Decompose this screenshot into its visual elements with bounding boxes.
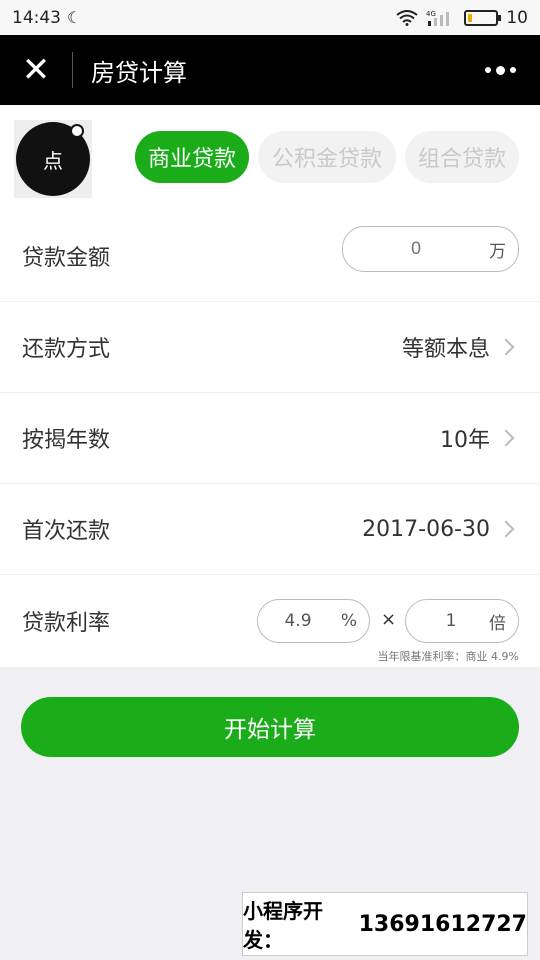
tab-commercial-loan[interactable]: 商业贷款 [135, 131, 249, 183]
start-calculation-button[interactable]: 开始计算 [21, 697, 519, 757]
rate-multiplier-field[interactable]: 倍 [405, 599, 519, 643]
battery-icon [464, 9, 502, 26]
wifi-icon [396, 9, 418, 26]
rate-multiplier-input[interactable] [406, 611, 496, 631]
page-title: 房贷计算 [91, 58, 187, 87]
first-payment-value: 2017-06-30 [362, 516, 490, 542]
moon-icon: ☾ [67, 8, 82, 27]
battery-level: 10 [506, 7, 528, 28]
mortgage-years-label: 按揭年数 [22, 428, 111, 453]
loan-type-tabs: 点 商业贷款 公积金贷款 组合贷款 [0, 105, 540, 210]
promo-phone: 13691612727 [358, 911, 527, 937]
repayment-method-value: 等额本息 [401, 337, 490, 362]
nav-divider [72, 52, 73, 88]
logo-dot [70, 124, 84, 138]
chevron-right-icon [497, 520, 515, 538]
logo-text: 点 [43, 148, 63, 173]
chevron-right-icon [497, 429, 515, 447]
mortgage-years-row[interactable]: 按揭年数 10年 [0, 393, 540, 483]
loan-amount-field[interactable]: 万 [342, 226, 519, 272]
loan-amount-input[interactable] [351, 239, 481, 259]
repayment-method-label: 还款方式 [22, 337, 111, 362]
loan-rate-row: 贷款利率 % × 倍 当年限基准利率：商业 4.9% [0, 575, 540, 667]
promo-label: 小程序开发： [243, 899, 323, 952]
loan-amount-unit: 万 [489, 241, 506, 262]
first-payment-label: 首次还款 [22, 519, 111, 544]
nav-bar: ✕ 房贷计算 [0, 35, 540, 105]
tab-provident-fund-loan[interactable]: 公积金贷款 [258, 131, 396, 183]
repayment-method-value-wrap: 等额本息 [401, 331, 515, 363]
status-right: 4G 10 [396, 8, 528, 28]
loan-rate-unit: % [340, 611, 357, 631]
promo-watermark: 小程序开发： 13691612727 [242, 892, 528, 956]
more-icon[interactable] [460, 65, 540, 75]
status-left: 14:43 ☾ [12, 8, 81, 28]
network-type-label: 4G [426, 10, 436, 18]
signal-icon: 4G [426, 9, 456, 27]
times-symbol: × [381, 609, 397, 630]
mortgage-years-value-wrap: 10年 [440, 422, 515, 454]
mortgage-years-value: 10年 [440, 428, 490, 453]
logo-circle: 点 [16, 122, 90, 196]
first-payment-row[interactable]: 首次还款 2017-06-30 [0, 484, 540, 574]
rate-multiplier-unit: 倍 [489, 613, 506, 634]
loan-amount-label: 贷款金额 [22, 245, 111, 271]
loan-amount-row: 贷款金额 万 [0, 210, 540, 301]
loan-rate-label: 贷款利率 [22, 611, 111, 636]
tab-combined-loan[interactable]: 组合贷款 [405, 131, 519, 183]
repayment-method-row[interactable]: 还款方式 等额本息 [0, 302, 540, 392]
loan-rate-input[interactable] [258, 611, 338, 631]
chevron-right-icon [497, 338, 515, 356]
logo: 点 [14, 120, 92, 198]
base-rate-note: 当年限基准利率：商业 4.9% [377, 650, 519, 663]
loan-rate-field[interactable]: % [257, 599, 370, 643]
first-payment-value-wrap: 2017-06-30 [362, 516, 515, 542]
status-bar: 14:43 ☾ 4G 10 [0, 0, 540, 35]
close-icon[interactable]: ✕ [0, 35, 72, 105]
status-time: 14:43 [12, 7, 61, 28]
